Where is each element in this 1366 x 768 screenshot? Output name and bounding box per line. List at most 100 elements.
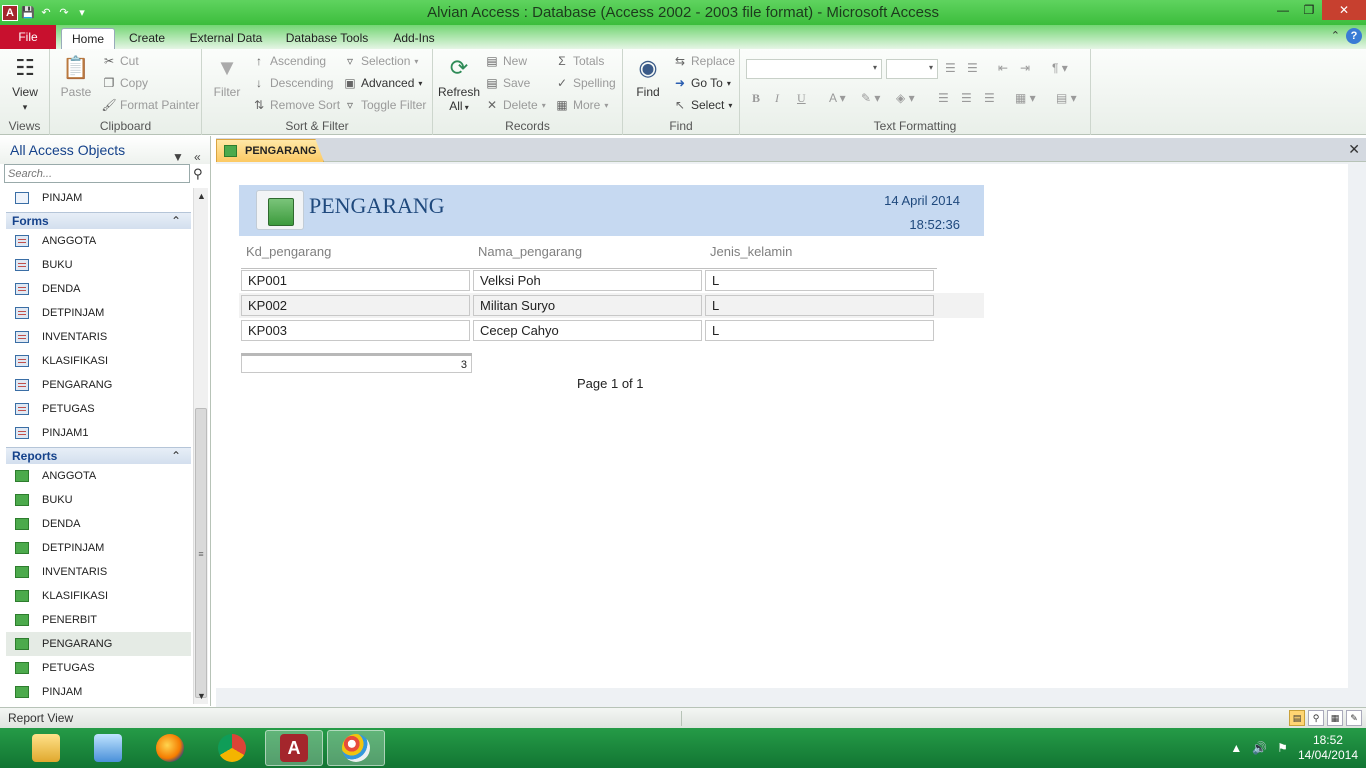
taskbar-access[interactable]: A (265, 730, 323, 766)
fill-color-icon[interactable]: ◈ ▾ (896, 91, 915, 105)
minimize-button[interactable]: — (1270, 0, 1296, 20)
toggle-filter-button[interactable]: ▿ Toggle Filter (343, 98, 426, 112)
format-painter-button[interactable]: 🖌 Format Painter (101, 98, 199, 112)
align-center-icon[interactable]: ☰ (961, 91, 972, 105)
nav-report-anggota[interactable]: ANGGOTA (6, 464, 191, 488)
show-hidden-icons-icon[interactable]: ▲ (1230, 741, 1242, 755)
tab-external-data[interactable]: External Data (184, 28, 268, 49)
search-icon[interactable]: ⚲ (193, 166, 203, 182)
help-icon[interactable]: ? (1346, 28, 1362, 44)
nav-pane-header[interactable]: All Access Objects ▼ « (0, 136, 210, 164)
nav-search-input[interactable] (4, 164, 190, 183)
nav-report-denda[interactable]: DENDA (6, 512, 191, 536)
layout-view-icon[interactable]: ▦ (1327, 710, 1343, 726)
report-icon (15, 662, 29, 674)
replace-button[interactable]: ⇆ Replace (673, 54, 735, 68)
scroll-up-icon[interactable]: ▲ (194, 188, 209, 204)
taskbar-chrome[interactable] (203, 730, 261, 766)
restore-button[interactable]: ❐ (1296, 0, 1322, 20)
taskbar-control-panel[interactable] (79, 730, 137, 766)
selection-button[interactable]: ▿ Selection ▾ (343, 54, 418, 68)
bold-icon[interactable]: B (752, 91, 760, 106)
nav-menu-icon[interactable]: ▼ (172, 143, 184, 171)
taskbar-explorer[interactable] (17, 730, 75, 766)
volume-icon[interactable]: 🔊 (1252, 741, 1267, 755)
nav-report-buku[interactable]: BUKU (6, 488, 191, 512)
italic-icon[interactable]: I (775, 91, 779, 106)
nav-form-pinjam1[interactable]: PINJAM1 (6, 421, 191, 445)
underline-icon[interactable]: U (797, 91, 806, 106)
alternate-row-color-icon[interactable]: ▤ ▾ (1056, 91, 1077, 105)
new-record-button[interactable]: ▤ New (485, 54, 527, 68)
ascending-button[interactable]: ↑ Ascending (252, 54, 326, 68)
gridlines-icon[interactable]: ▦ ▾ (1015, 91, 1036, 105)
system-clock[interactable]: 18:52 14/04/2014 (1298, 733, 1358, 763)
nav-form-pengarang[interactable]: PENGARANG (6, 373, 191, 397)
report-view-icon[interactable]: ▤ (1289, 710, 1305, 726)
bullets-icon[interactable]: ☰ (945, 61, 956, 75)
decrease-indent-icon[interactable]: ⇤ (998, 61, 1008, 75)
view-button[interactable]: ☷ View ▾ (6, 53, 44, 113)
nav-form-inventaris[interactable]: INVENTARIS (6, 325, 191, 349)
nav-report-detpinjam[interactable]: DETPINJAM (6, 536, 191, 560)
save-record-button[interactable]: ▤ Save (485, 76, 530, 90)
print-preview-icon[interactable]: ⚲ (1308, 710, 1324, 726)
nav-report-penerbit[interactable]: PENERBIT (6, 608, 191, 632)
paste-button[interactable]: 📋 Paste (56, 53, 96, 99)
design-view-icon[interactable]: ✎ (1346, 710, 1362, 726)
nav-form-buku[interactable]: BUKU (6, 253, 191, 277)
nav-report-klasifikasi[interactable]: KLASIFIKASI (6, 584, 191, 608)
nav-form-denda[interactable]: DENDA (6, 277, 191, 301)
nav-form-petugas[interactable]: PETUGAS (6, 397, 191, 421)
form-icon (15, 331, 29, 343)
scroll-thumb[interactable]: ≡ (195, 408, 207, 698)
nav-report-inventaris[interactable]: INVENTARIS (6, 560, 191, 584)
tab-database-tools[interactable]: Database Tools (280, 28, 374, 49)
advanced-button[interactable]: ▣ Advanced ▾ (343, 76, 422, 90)
nav-form-detpinjam[interactable]: DETPINJAM (6, 301, 191, 325)
nav-form-anggota[interactable]: ANGGOTA (6, 229, 191, 253)
nav-form-klasifikasi[interactable]: KLASIFIKASI (6, 349, 191, 373)
taskbar-firefox[interactable] (141, 730, 199, 766)
font-color-icon[interactable]: A ▾ (829, 91, 846, 105)
nav-scrollbar[interactable]: ▲ ≡ ▼ (193, 188, 208, 704)
remove-sort-button[interactable]: ⇅ Remove Sort (252, 98, 340, 112)
descending-button[interactable]: ↓ Descending (252, 76, 333, 90)
goto-button[interactable]: ➜ Go To ▾ (673, 76, 731, 90)
nav-report-petugas[interactable]: PETUGAS (6, 656, 191, 680)
taskbar-paint[interactable] (327, 730, 385, 766)
align-left-icon[interactable]: ☰ (938, 91, 949, 105)
numbering-icon[interactable]: ☰ (967, 61, 978, 75)
tab-home[interactable]: Home (61, 28, 115, 49)
more-button[interactable]: ▦ More ▾ (555, 98, 608, 112)
copy-button[interactable]: ❐ Copy (102, 76, 148, 90)
delete-record-button[interactable]: ✕ Delete ▾ (485, 98, 546, 112)
totals-button[interactable]: Σ Totals (555, 54, 604, 68)
select-button[interactable]: ↖ Select ▾ (673, 98, 732, 112)
nav-report-pengarang[interactable]: PENGARANG (6, 632, 191, 656)
forms-section-header[interactable]: Forms ⌃ (6, 212, 191, 229)
action-center-icon[interactable]: ⚑ (1277, 741, 1288, 755)
nav-report-pinjam[interactable]: PINJAM (6, 680, 191, 704)
tab-pengarang-report[interactable]: PENGARANG (216, 139, 324, 162)
align-right-icon[interactable]: ☰ (984, 91, 995, 105)
minimize-ribbon-icon[interactable]: ⌃ (1331, 29, 1340, 42)
spelling-button[interactable]: ✓ Spelling (555, 76, 616, 90)
increase-indent-icon[interactable]: ⇥ (1020, 61, 1030, 75)
tab-file[interactable]: File (0, 25, 56, 49)
refresh-all-button[interactable]: ⟳ Refresh All ▾ (437, 53, 481, 113)
tab-create[interactable]: Create (122, 28, 172, 49)
close-document-icon[interactable]: ✕ (1348, 141, 1360, 158)
close-button[interactable]: ✕ (1322, 0, 1366, 20)
reports-section-header[interactable]: Reports ⌃ (6, 447, 191, 464)
filter-button[interactable]: ▼ Filter (208, 53, 246, 99)
font-size-dropdown[interactable]: ▾ (886, 59, 938, 79)
find-button[interactable]: ◉ Find (629, 53, 667, 99)
nav-table-pinjam[interactable]: PINJAM (6, 186, 191, 210)
highlight-icon[interactable]: ✎ ▾ (861, 91, 880, 105)
scroll-down-icon[interactable]: ▼ (194, 688, 209, 704)
font-name-dropdown[interactable]: ▾ (746, 59, 882, 79)
tab-add-ins[interactable]: Add-Ins (386, 28, 442, 49)
paragraph-icon[interactable]: ¶ ▾ (1052, 61, 1068, 75)
cut-button[interactable]: ✂ Cut (102, 54, 139, 68)
